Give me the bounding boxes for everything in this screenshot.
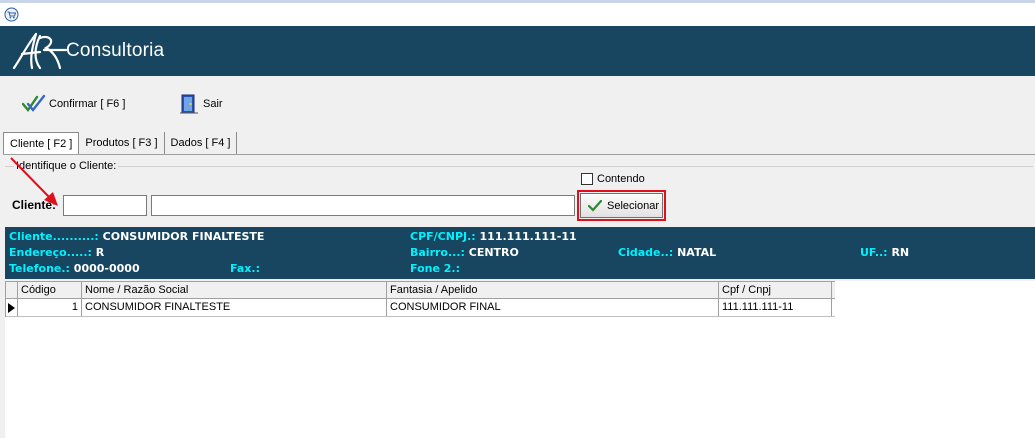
column-header-fantasia[interactable]: Fantasia / Apelido: [387, 282, 719, 298]
select-button-label: Selecionar: [607, 199, 659, 212]
cell-nome[interactable]: CONSUMIDOR FINALTESTE: [82, 299, 387, 316]
info-cliente: Cliente..........: CONSUMIDOR FINALTESTE: [9, 230, 265, 243]
info-cpf: CPF/CNPJ.: 111.111.111-11: [410, 230, 577, 243]
tab-cliente[interactable]: Cliente [ F2 ]: [3, 132, 80, 155]
cart-icon[interactable]: [4, 7, 19, 22]
tab-produtos[interactable]: Produtos [ F3 ]: [79, 132, 165, 154]
cell-fantasia[interactable]: CONSUMIDOR FINAL: [387, 299, 719, 316]
customer-grid[interactable]: Código Nome / Razão Social Fantasia / Ap…: [5, 281, 835, 317]
info-uf: UF..: RN: [860, 246, 910, 259]
info-fax: Fax.:: [230, 262, 260, 275]
row-indicator-header: [6, 282, 18, 298]
info-bairro: Bairro...: CENTRO: [410, 246, 519, 259]
info-telefone: Telefone.: 0000-0000: [9, 262, 140, 275]
checkbox-box[interactable]: [581, 173, 593, 185]
customer-info-panel: Cliente..........: CONSUMIDOR FINALTESTE…: [5, 227, 1035, 279]
annotation-arrow: [10, 157, 58, 206]
info-cidade: Cidade..: NATAL: [618, 246, 717, 259]
cell-codigo[interactable]: 1: [18, 299, 82, 316]
company-logo: [12, 32, 68, 70]
exit-button[interactable]: Sair: [178, 92, 223, 116]
current-row-arrow-icon: [8, 302, 15, 313]
column-header-nome[interactable]: Nome / Razão Social: [82, 282, 387, 298]
select-button[interactable]: Selecionar: [580, 193, 663, 218]
client-name-input[interactable]: [151, 195, 575, 216]
info-endereco: Endereço.....: R: [9, 246, 105, 259]
column-header-cpf[interactable]: Cpf / Cnpj: [719, 282, 832, 298]
checkmark-icon: [588, 199, 602, 212]
window-titlebar: [0, 0, 1035, 26]
column-header-codigo[interactable]: Código: [18, 282, 82, 298]
app-title: Consultoria: [66, 40, 165, 61]
contendo-label: Contendo: [597, 173, 645, 185]
info-fone2: Fone 2.:: [410, 262, 460, 275]
confirm-button-label: Confirmar [ F6 ]: [49, 98, 126, 110]
tab-dados[interactable]: Dados [ F4 ]: [165, 132, 238, 154]
cell-cpf[interactable]: 111.111.111-11: [719, 299, 832, 316]
header-banner: Consultoria: [0, 26, 1035, 76]
contendo-checkbox[interactable]: Contendo: [581, 173, 645, 185]
exit-button-label: Sair: [203, 98, 223, 110]
tab-strip: Cliente [ F2 ] Produtos [ F3 ] Dados [ F…: [3, 132, 238, 155]
double-check-icon: [22, 94, 46, 112]
table-row[interactable]: 1 CONSUMIDOR FINALTESTE CONSUMIDOR FINAL…: [6, 299, 835, 317]
grid-header: Código Nome / Razão Social Fantasia / Ap…: [6, 281, 835, 299]
row-indicator: [6, 299, 18, 316]
toolbar: Confirmar [ F6 ] Sair: [0, 76, 1035, 128]
client-code-input[interactable]: [63, 195, 147, 216]
confirm-button[interactable]: Confirmar [ F6 ]: [22, 92, 125, 116]
door-exit-icon: [180, 94, 198, 114]
